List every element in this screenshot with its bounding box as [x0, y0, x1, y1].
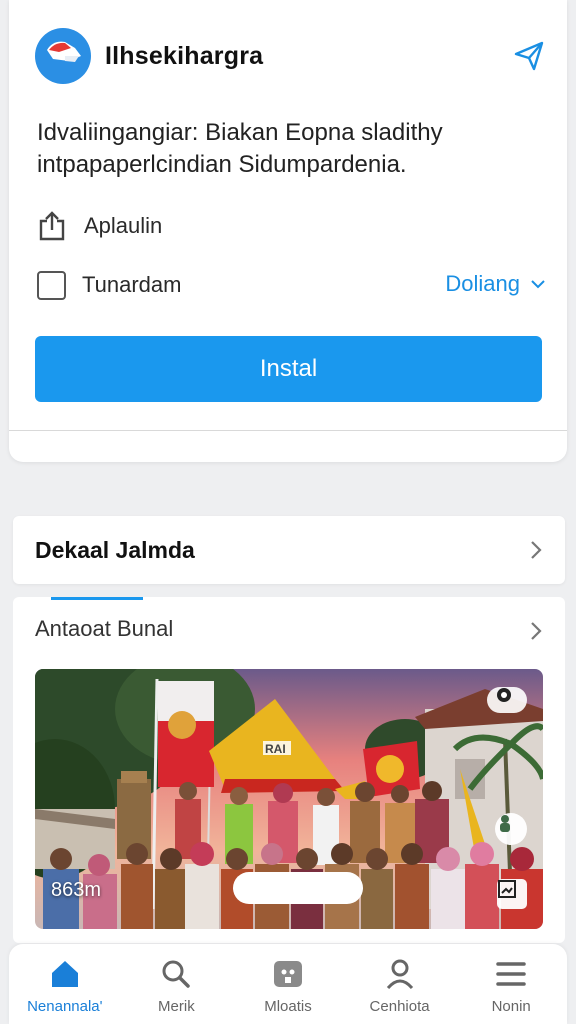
photo-overlay-pill: [233, 872, 363, 904]
nav-item-search[interactable]: Merik: [121, 944, 233, 1024]
community-photo[interactable]: RAI 863m: [35, 669, 543, 929]
dropdown-label: Doliang: [445, 271, 520, 296]
option-label: Aplaulin: [84, 213, 163, 238]
option-row-share[interactable]: Aplaulin: [36, 208, 546, 244]
menu-icon: [496, 962, 526, 986]
subsection-row[interactable]: Antaoat Bunal: [13, 611, 565, 647]
content-card: Antaoat Bunal RAI 863m: [13, 597, 565, 943]
dropdown[interactable]: Doliang: [445, 271, 546, 297]
app-logo: [35, 28, 91, 84]
nav-label: Cenhiota: [369, 998, 430, 1015]
app-description: Idvaliingangiar: Biakan Eopna sladithy i…: [37, 119, 443, 178]
toggle-icon[interactable]: [487, 687, 527, 713]
checkbox-label: Tunardam: [82, 272, 182, 297]
option-row-checkbox: Tunardam Doliang: [36, 267, 546, 303]
person-icon[interactable]: [495, 813, 527, 845]
nav-label: Nonin: [491, 998, 531, 1015]
install-button[interactable]: Instal: [35, 336, 542, 402]
nav-label: Nenannala': [27, 998, 103, 1015]
gallery-icon[interactable]: [497, 879, 527, 909]
subsection-title: Antaoat Bunal: [35, 616, 174, 641]
send-icon[interactable]: [513, 40, 545, 72]
nav-label: Merik: [158, 998, 195, 1015]
app-install-card: Ilhsekihargra Idvaliingangiar: Biakan Eo…: [9, 0, 567, 462]
checkbox[interactable]: [37, 270, 66, 300]
nav-item-apps[interactable]: Mloatis: [232, 944, 344, 1024]
banner-text: RAI: [265, 742, 286, 756]
nav-item-profile[interactable]: Cenhiota: [344, 944, 456, 1024]
apps-icon: [273, 961, 302, 987]
chevron-right-icon: [531, 622, 542, 640]
search-icon: [162, 960, 191, 988]
app-name: Ilhsekihargra: [105, 41, 264, 70]
nav-item-menu[interactable]: Nonin: [455, 944, 567, 1024]
tab-indicator: [51, 597, 143, 600]
chevron-right-icon: [531, 541, 542, 559]
divider: [9, 430, 567, 431]
bottom-nav: Nenannala' Merik Mloatis Cenhiota Nonin: [9, 944, 567, 1024]
app-header: Ilhsekihargra: [35, 28, 545, 84]
profile-icon: [386, 959, 413, 990]
section-title: Dekaal Jalmda: [35, 536, 195, 563]
home-icon: [51, 961, 78, 987]
share-icon: [39, 211, 65, 241]
section-card[interactable]: Dekaal Jalmda: [13, 516, 565, 584]
nav-item-home[interactable]: Nenannala': [9, 944, 121, 1024]
nav-label: Mloatis: [264, 998, 312, 1015]
photo-caption: 863m: [51, 879, 102, 901]
chevron-down-icon: [531, 280, 545, 289]
